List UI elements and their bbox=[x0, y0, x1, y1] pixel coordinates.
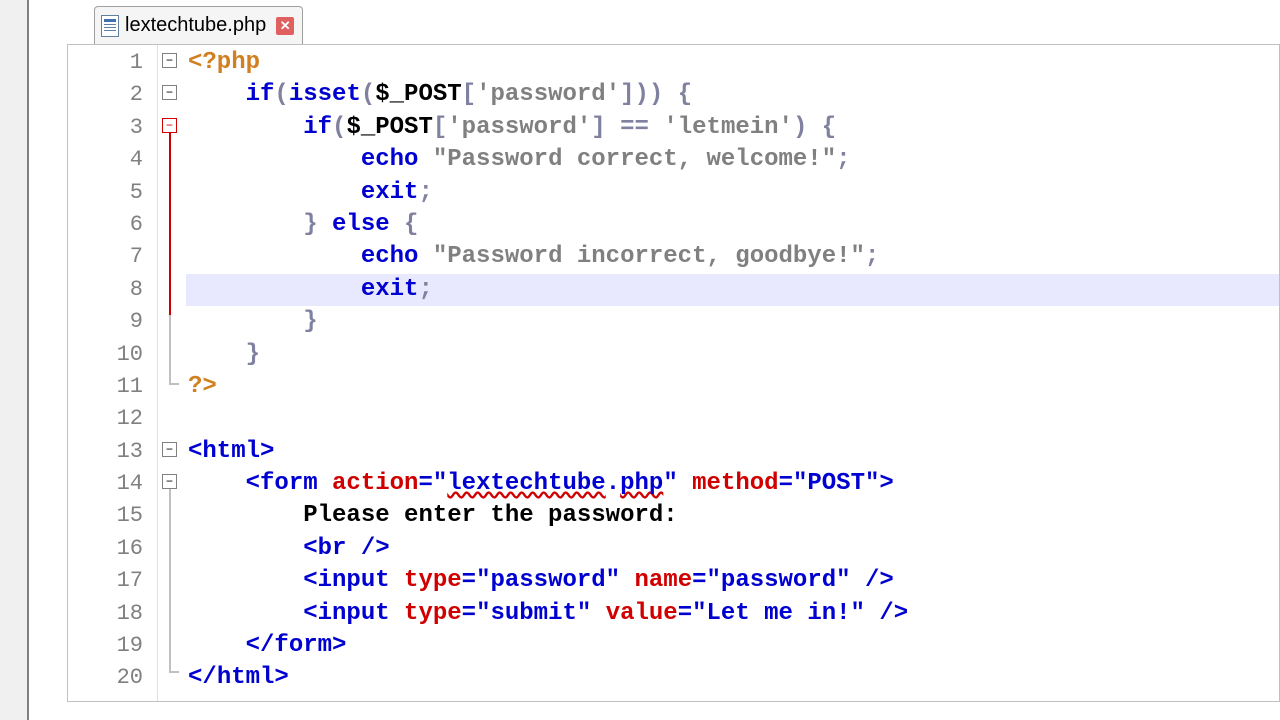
editor-area[interactable]: 1 2 3 4 5 6 7 8 9 10 11 12 13 14 15 16 1… bbox=[67, 44, 1280, 702]
line-number: 17 bbox=[68, 565, 157, 597]
line-number: 2 bbox=[68, 79, 157, 111]
code-line: <br /> bbox=[186, 533, 1279, 565]
fold-toggle-icon[interactable]: − bbox=[162, 85, 177, 100]
line-number: 10 bbox=[68, 339, 157, 371]
code-line: } bbox=[186, 306, 1279, 338]
fold-guide bbox=[169, 489, 171, 671]
tab-bar: lextechtube.php ✕ bbox=[94, 4, 303, 44]
fold-end-icon bbox=[169, 383, 179, 385]
code-line: <input type="password" name="password" /… bbox=[186, 565, 1279, 597]
code-line: <html> bbox=[186, 436, 1279, 468]
line-number: 11 bbox=[68, 371, 157, 403]
code-content[interactable]: <?php if(isset($_POST['password'])) { if… bbox=[186, 45, 1279, 701]
fold-toggle-icon[interactable]: − bbox=[162, 118, 177, 133]
fold-end-icon bbox=[169, 671, 179, 673]
code-line: echo "Password incorrect, goodbye!"; bbox=[186, 241, 1279, 273]
code-line: Please enter the password: bbox=[186, 500, 1279, 532]
line-number: 16 bbox=[68, 533, 157, 565]
line-number: 20 bbox=[68, 662, 157, 694]
line-number-gutter: 1 2 3 4 5 6 7 8 9 10 11 12 13 14 15 16 1… bbox=[68, 45, 158, 701]
fold-guide bbox=[169, 315, 171, 385]
line-number: 8 bbox=[68, 274, 157, 306]
code-line: <input type="submit" value="Let me in!" … bbox=[186, 598, 1279, 630]
file-tab[interactable]: lextechtube.php ✕ bbox=[94, 6, 303, 44]
close-icon[interactable]: ✕ bbox=[276, 17, 294, 35]
line-number: 3 bbox=[68, 112, 157, 144]
code-line: <form action="lextechtube.php" method="P… bbox=[186, 468, 1279, 500]
fold-column: − − − − − bbox=[158, 45, 186, 701]
fold-toggle-icon[interactable]: − bbox=[162, 442, 177, 457]
line-number: 6 bbox=[68, 209, 157, 241]
code-line: } else { bbox=[186, 209, 1279, 241]
line-number: 19 bbox=[68, 630, 157, 662]
line-number: 9 bbox=[68, 306, 157, 338]
line-number: 18 bbox=[68, 598, 157, 630]
line-number: 15 bbox=[68, 500, 157, 532]
line-number: 4 bbox=[68, 144, 157, 176]
fold-guide bbox=[169, 133, 171, 315]
code-line: echo "Password correct, welcome!"; bbox=[186, 144, 1279, 176]
line-number: 7 bbox=[68, 241, 157, 273]
fold-toggle-icon[interactable]: − bbox=[162, 53, 177, 68]
line-number: 12 bbox=[68, 403, 157, 435]
code-line: exit; bbox=[186, 177, 1279, 209]
file-icon bbox=[101, 15, 119, 37]
tab-filename: lextechtube.php bbox=[125, 14, 266, 37]
code-line: <?php bbox=[186, 47, 1279, 79]
code-line: if(isset($_POST['password'])) { bbox=[186, 79, 1279, 111]
code-line: </form> bbox=[186, 630, 1279, 662]
editor-frame: lextechtube.php ✕ 1 2 3 4 5 6 7 8 9 10 1… bbox=[27, 0, 1280, 720]
line-number: 13 bbox=[68, 436, 157, 468]
code-line-highlighted: exit; bbox=[186, 274, 1279, 306]
line-number: 5 bbox=[68, 177, 157, 209]
code-line bbox=[186, 403, 1279, 435]
code-line: ?> bbox=[186, 371, 1279, 403]
line-number: 14 bbox=[68, 468, 157, 500]
code-line: if($_POST['password'] == 'letmein') { bbox=[186, 112, 1279, 144]
code-line: </html> bbox=[186, 662, 1279, 694]
fold-toggle-icon[interactable]: − bbox=[162, 474, 177, 489]
line-number: 1 bbox=[68, 47, 157, 79]
code-line: } bbox=[186, 339, 1279, 371]
